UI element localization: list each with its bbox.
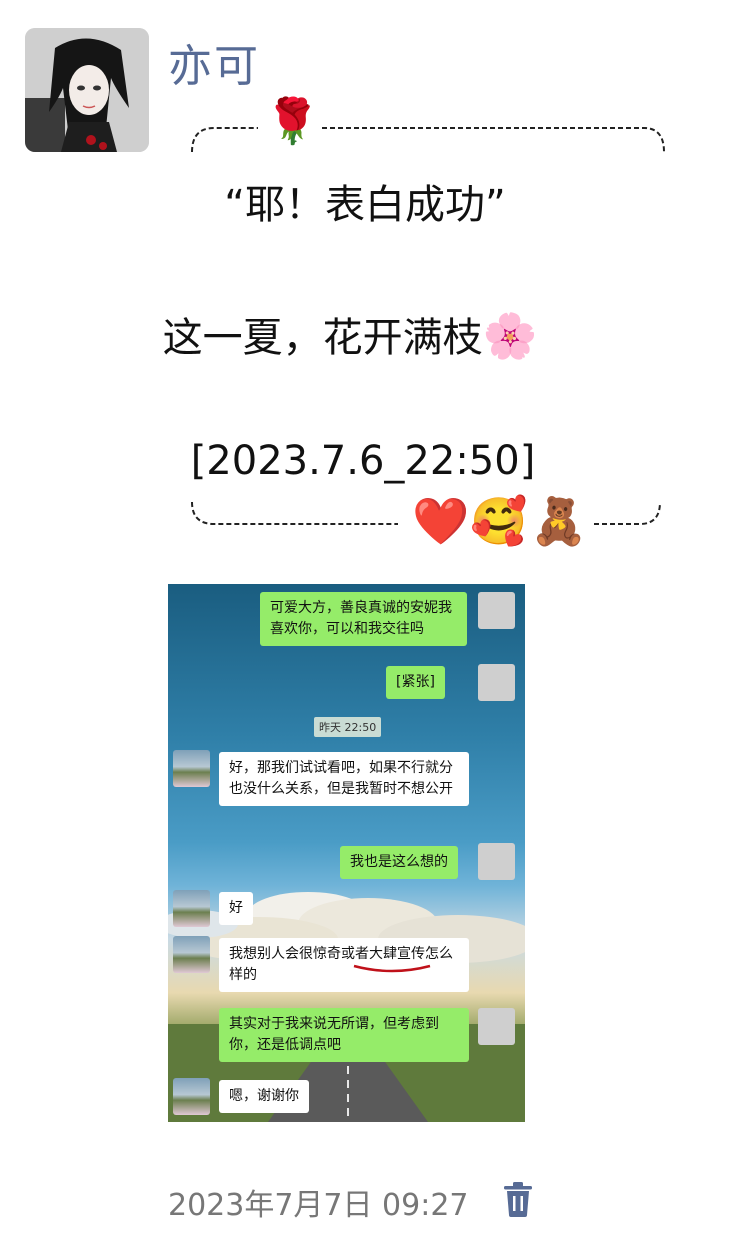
post-line-2-text: 这一夏，花开满枝 bbox=[162, 315, 483, 361]
my-chat-avatar bbox=[478, 592, 515, 629]
chat-message-bubble: [紧张] bbox=[386, 666, 445, 699]
their-chat-avatar bbox=[173, 1078, 210, 1115]
post-line-1: “耶！表白成功” bbox=[224, 182, 506, 228]
chat-message-bubble: 好，那我们试试看吧，如果不行就分也没什么关系，但是我暂时不想公开 bbox=[219, 752, 469, 806]
post-timestamp: 2023年7月7日 09:27 bbox=[168, 1188, 469, 1223]
chat-message-bubble: 可爱大方，善良真诚的安妮我喜欢你，可以和我交往吗 bbox=[260, 592, 467, 646]
their-chat-avatar bbox=[173, 750, 210, 787]
cherry-blossom-emoji-icon: 🌸 bbox=[482, 311, 538, 362]
chat-message-bubble: 嗯，谢谢你 bbox=[219, 1080, 309, 1113]
trash-icon[interactable] bbox=[500, 1180, 536, 1218]
my-chat-avatar bbox=[478, 1008, 515, 1045]
post-line-3: [2023.7.6_22:50] bbox=[190, 438, 536, 484]
chat-message-bubble: 我想别人会很惊奇或者大肆宣传怎么样的 bbox=[219, 938, 469, 992]
chat-message-bubble: 我也是这么想的 bbox=[340, 846, 458, 879]
author-avatar[interactable] bbox=[25, 28, 149, 152]
chat-message-bubble: 其实对于我来说无所谓，但考虑到你，还是低调点吧 bbox=[219, 1008, 469, 1062]
rose-emoji-icon: 🌹 bbox=[265, 96, 320, 147]
post-line-2: 这一夏，花开满枝🌸 bbox=[0, 305, 715, 363]
my-chat-avatar bbox=[478, 843, 515, 880]
red-heart-emoji-icon: ❤️ bbox=[412, 494, 470, 548]
author-name[interactable]: 亦可 bbox=[168, 30, 260, 94]
teddy-bear-emoji-icon: 🧸 bbox=[530, 494, 588, 548]
chat-time-label: 昨天 22:50 bbox=[314, 717, 382, 737]
their-chat-avatar bbox=[173, 890, 210, 927]
my-chat-avatar bbox=[478, 664, 515, 701]
chat-message-bubble: 好 bbox=[219, 892, 253, 925]
their-chat-avatar bbox=[173, 936, 210, 973]
chat-screenshot-image[interactable]: 可爱大方，善良真诚的安妮我喜欢你，可以和我交往吗 [紧张] 昨天 22:50 好… bbox=[168, 584, 525, 1122]
smiling-face-with-hearts-emoji-icon: 🥰 bbox=[470, 494, 528, 548]
